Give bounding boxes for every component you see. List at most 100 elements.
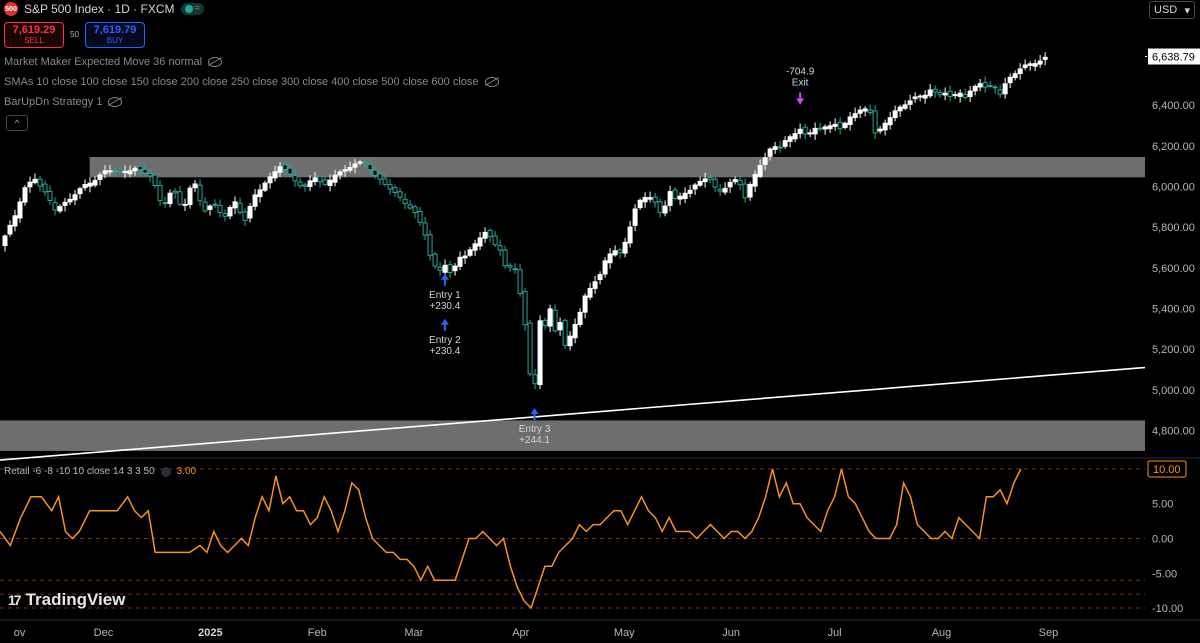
candle <box>852 113 858 119</box>
candle <box>202 201 208 212</box>
chart-canvas[interactable]: 4,800.00 5,000.00 5,200.00 5,400.00 5,600.00… <box>0 0 1200 643</box>
indicator-smas[interactable]: SMAs 10 close 100 close 150 close 200 cl… <box>4 76 499 88</box>
candle <box>287 167 293 175</box>
candle <box>847 116 853 125</box>
signal-label: Entry 2 <box>429 335 461 346</box>
price-tick-label: 4,800.00 <box>1152 426 1195 438</box>
eye-hidden-icon[interactable] <box>208 57 223 67</box>
candle <box>172 190 178 194</box>
time-axis-label: Sep <box>1039 627 1059 639</box>
sell-price: 7,619.29 <box>12 24 56 36</box>
candle <box>547 308 553 327</box>
candle <box>452 265 458 272</box>
tradingview-mark-icon: 17 <box>8 592 22 608</box>
candle <box>642 196 648 203</box>
candle <box>222 213 228 217</box>
indicator-market-maker[interactable]: Market Maker Expected Move 36 normal <box>4 56 223 68</box>
wave-icon: ≈ <box>194 3 201 14</box>
buy-button[interactable]: 7,619.79 BUY <box>85 22 145 48</box>
candles-group <box>2 52 1048 390</box>
candle <box>447 264 453 274</box>
candle <box>632 208 638 226</box>
candle <box>37 178 43 187</box>
candle <box>722 187 728 193</box>
candle <box>197 184 203 202</box>
candle <box>522 291 528 326</box>
signal-label: Entry 3 <box>519 424 551 435</box>
candle <box>327 179 333 186</box>
candle <box>367 164 373 171</box>
candle <box>677 195 683 200</box>
candle <box>462 255 468 259</box>
settings-icon[interactable] <box>160 466 171 477</box>
candle <box>167 192 173 205</box>
price-tick-label: 6,200.00 <box>1152 141 1195 153</box>
collapse-indicators-button[interactable]: ^ <box>6 115 28 131</box>
symbol-header[interactable]: 500 S&P 500 Index · 1D · FXCM ≈ <box>4 2 205 16</box>
candle <box>717 188 723 192</box>
time-axis-label: Dec <box>94 627 114 639</box>
candle <box>407 204 413 209</box>
candle <box>352 163 358 168</box>
candle <box>137 165 143 171</box>
candle <box>712 178 718 188</box>
indicator-barupdn[interactable]: BarUpDn Strategy 1 <box>4 96 123 108</box>
candle <box>562 319 568 346</box>
sell-button[interactable]: 7,619.29 SELL <box>4 22 64 48</box>
indicator-label: Market Maker Expected Move 36 normal <box>4 56 203 68</box>
candle <box>482 231 488 239</box>
candle <box>207 205 213 210</box>
candle <box>572 324 578 339</box>
candle <box>442 264 448 273</box>
candle <box>487 229 493 238</box>
candle <box>1037 60 1043 65</box>
candle <box>1007 76 1013 84</box>
candle <box>182 203 188 206</box>
candle <box>307 180 313 187</box>
candle <box>637 199 643 209</box>
candle <box>922 94 928 99</box>
candle <box>507 264 513 268</box>
candle <box>842 122 848 128</box>
candle <box>807 132 813 135</box>
candle <box>937 92 943 96</box>
candle <box>467 249 473 256</box>
candle <box>917 95 923 98</box>
retail-indicator-header[interactable]: Retail -6 -8 -10 10 close 14 3 3 50 3.00 <box>4 466 196 477</box>
eye-hidden-icon[interactable] <box>108 97 123 107</box>
price-tick-label: 5,800.00 <box>1152 222 1195 234</box>
symbol-title[interactable]: S&P 500 Index · 1D · FXCM <box>24 2 175 16</box>
indicator-label: SMAs 10 close 100 close 150 close 200 cl… <box>4 76 479 88</box>
candle <box>792 133 798 140</box>
candle <box>762 157 768 165</box>
candle <box>87 182 93 187</box>
price-tick-label: 5,600.00 <box>1152 263 1195 275</box>
candle <box>132 167 138 172</box>
candle <box>617 249 623 254</box>
candle <box>977 83 983 88</box>
candle <box>427 234 433 256</box>
candle <box>477 237 483 247</box>
candle <box>947 90 953 97</box>
candle <box>837 121 843 130</box>
eye-hidden-icon[interactable] <box>484 77 499 87</box>
candle <box>662 205 668 214</box>
tradingview-logo[interactable]: 17 TradingView <box>8 590 125 610</box>
candle <box>557 322 563 331</box>
candle <box>962 94 968 98</box>
candle <box>667 191 673 206</box>
candle <box>957 92 963 97</box>
candle <box>827 125 833 130</box>
price-tick-label: 5,400.00 <box>1152 304 1195 316</box>
candle <box>7 224 13 235</box>
currency-selector[interactable]: USD ▾ <box>1149 1 1195 19</box>
candle <box>262 182 268 191</box>
candle <box>872 110 878 134</box>
candle <box>797 128 803 134</box>
chevron-down-icon: ▾ <box>1184 4 1190 17</box>
candle <box>897 106 903 112</box>
candle <box>942 92 948 96</box>
candle <box>492 235 498 246</box>
market-status-icon[interactable]: ≈ <box>180 3 205 15</box>
price-tick-label: 5,200.00 <box>1152 344 1195 356</box>
